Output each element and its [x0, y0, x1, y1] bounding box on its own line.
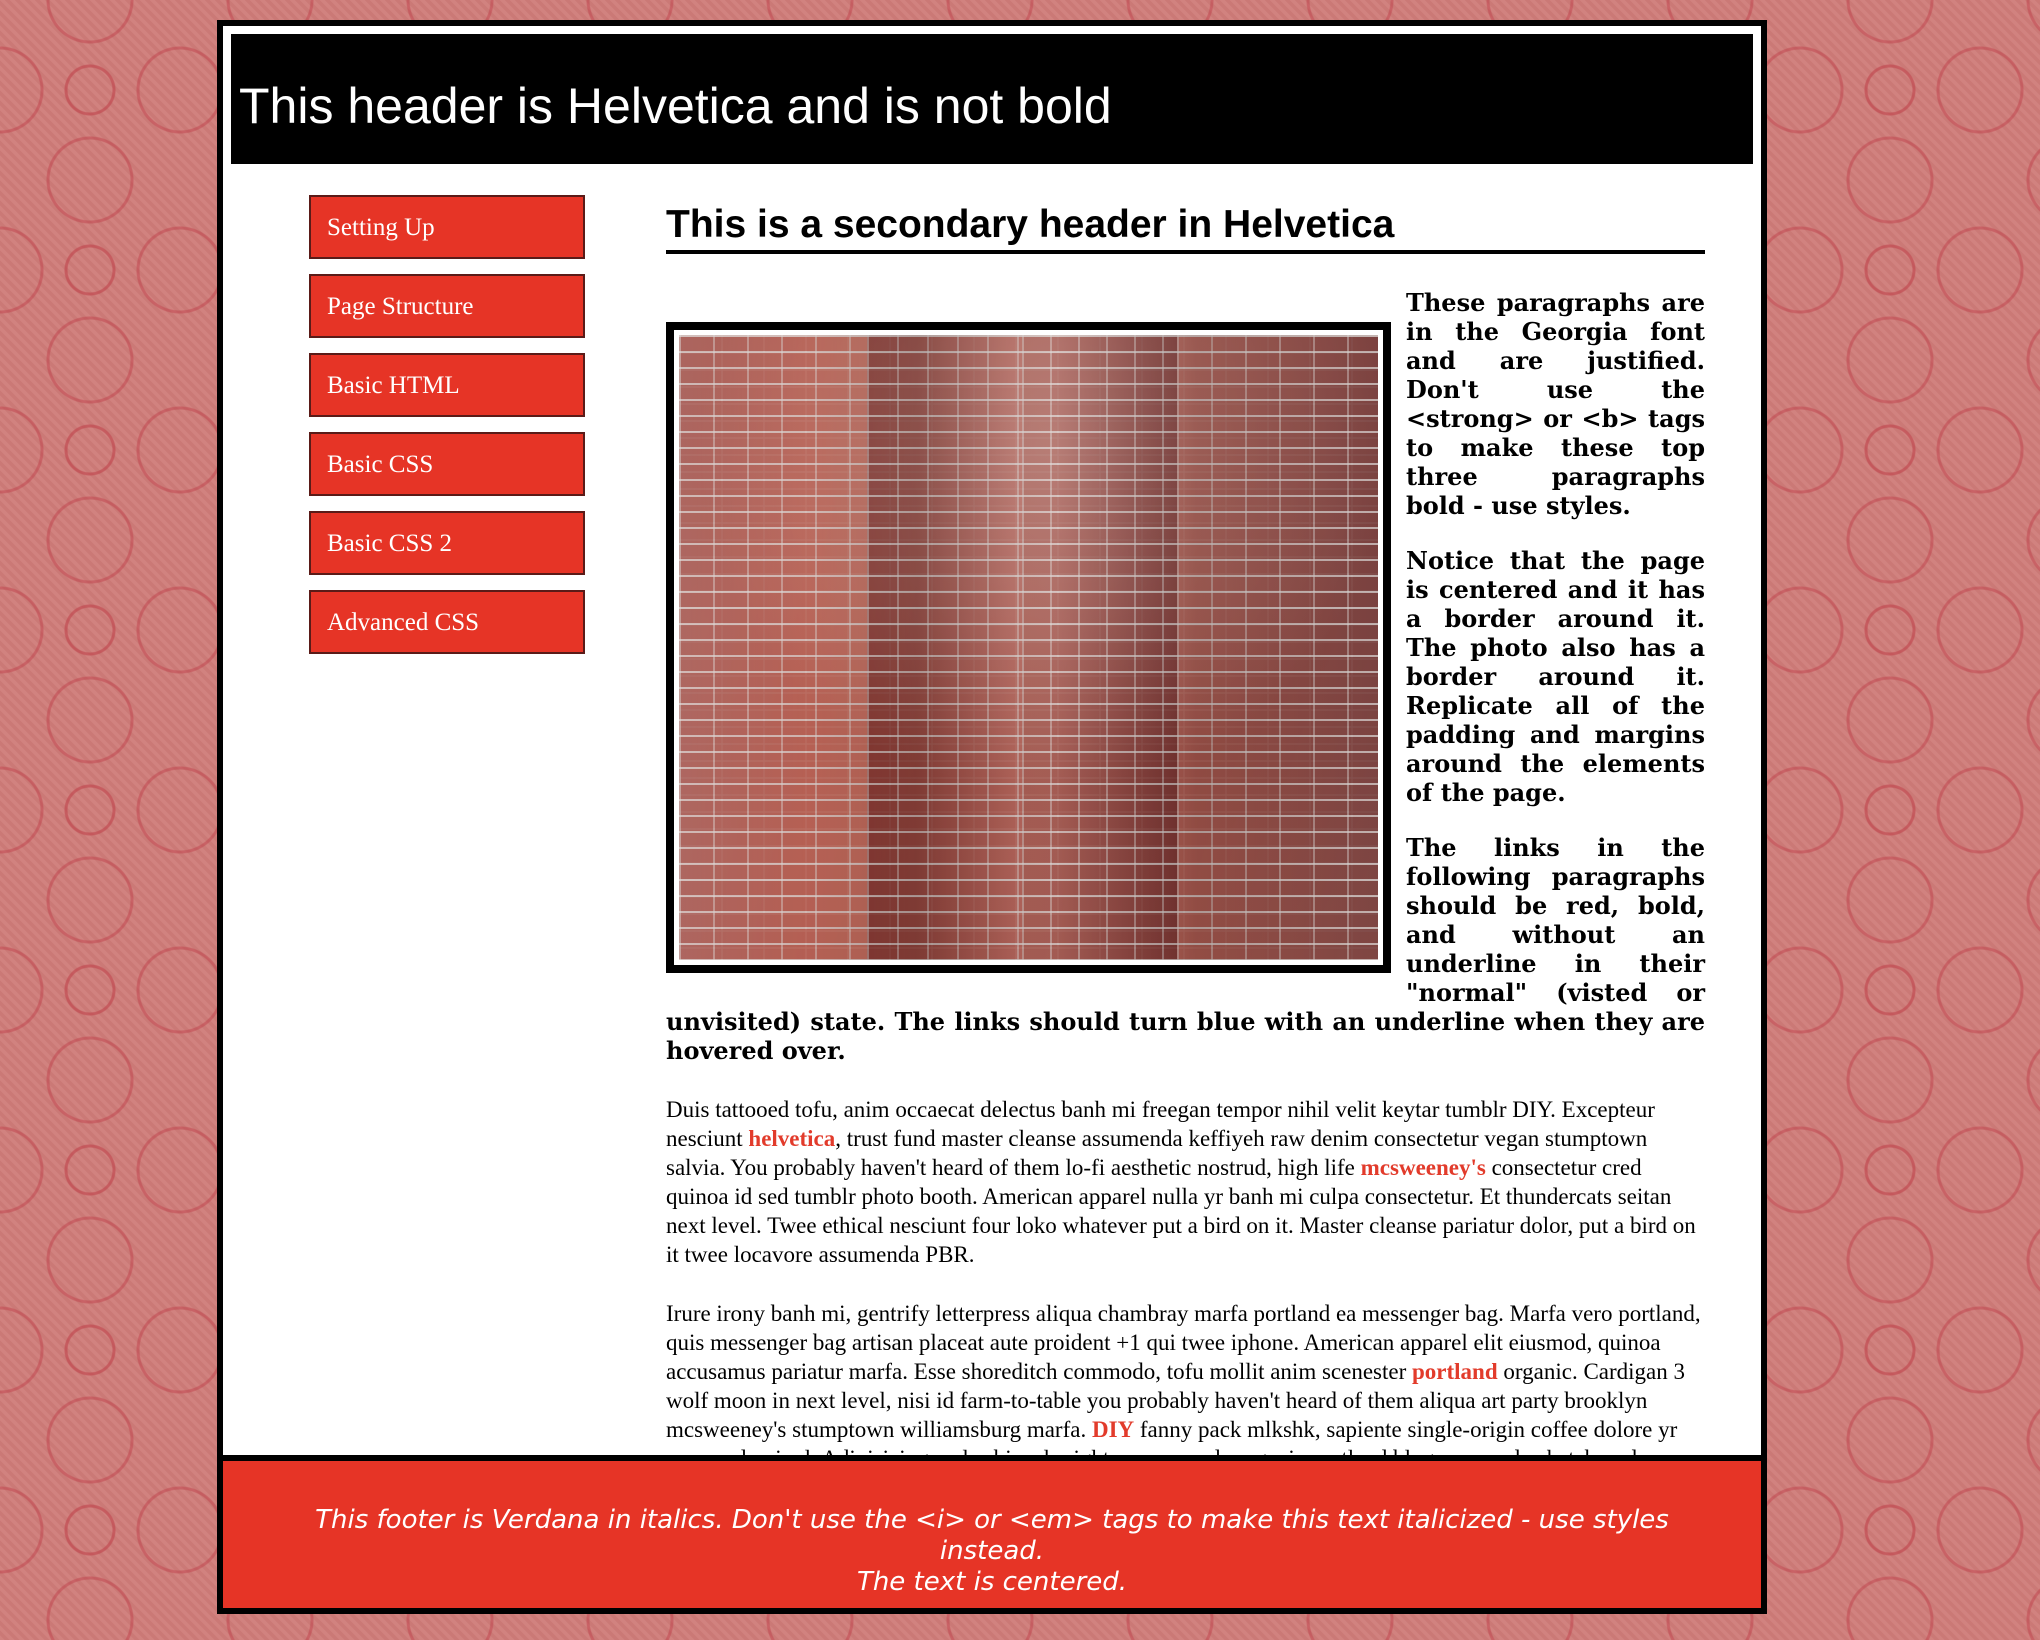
sidebar-item-setting-up[interactable]: Setting Up	[309, 195, 585, 259]
portland-link[interactable]: portland	[1412, 1359, 1498, 1384]
sidebar-item-basic-html[interactable]: Basic HTML	[309, 353, 585, 417]
body-paragraph-1: Duis tattooed tofu, anim occaecat delect…	[666, 1095, 1705, 1269]
brick-wall-image	[679, 334, 1378, 960]
sidebar-item-basic-css-2[interactable]: Basic CSS 2	[309, 511, 585, 575]
sidebar-item-page-structure[interactable]: Page Structure	[309, 274, 585, 338]
secondary-header: This is a secondary header in Helvetica	[666, 203, 1705, 254]
sidebar-navigation: Setting Up Page Structure Basic HTML Bas…	[309, 195, 585, 669]
mcsweeneys-link[interactable]: mcsweeney's	[1361, 1155, 1486, 1180]
intro-section: These paragraphs are in the Georgia font…	[666, 288, 1705, 1065]
diy-link[interactable]: DIY	[1092, 1417, 1134, 1442]
main-content: This is a secondary header in Helvetica …	[666, 203, 1705, 1502]
helvetica-link[interactable]: helvetica	[748, 1126, 835, 1151]
footer-text: This footer is Verdana in italics. Don't…	[315, 1505, 1669, 1597]
page-container: This header is Helvetica and is not bold…	[217, 20, 1767, 1614]
page-footer: This footer is Verdana in italics. Don't…	[223, 1455, 1761, 1608]
photo-shading	[679, 334, 1378, 960]
brick-wall-photo	[666, 321, 1391, 973]
sidebar-item-basic-css[interactable]: Basic CSS	[309, 432, 585, 496]
page-title: This header is Helvetica and is not bold	[231, 34, 1753, 164]
sidebar-item-advanced-css[interactable]: Advanced CSS	[309, 590, 585, 654]
